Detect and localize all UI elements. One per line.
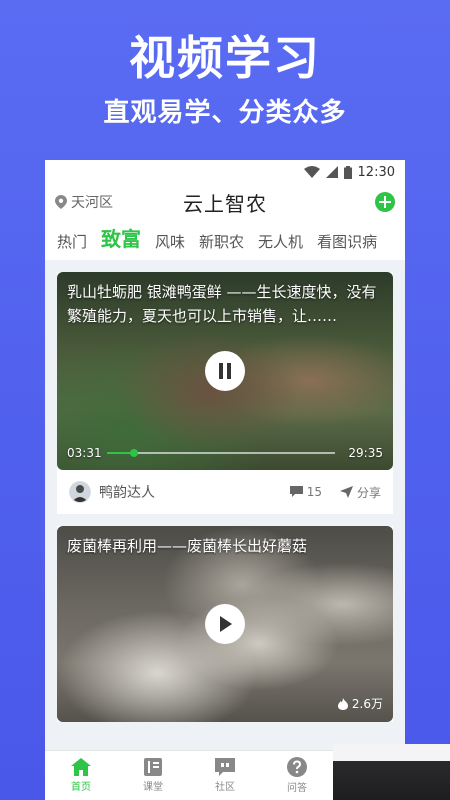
- share-label: 分享: [356, 485, 381, 500]
- nav-classroom-label: 课堂: [143, 782, 163, 793]
- view-count: 2.6万: [337, 695, 383, 712]
- top-bar: 天河区 云上智农: [45, 184, 405, 220]
- status-time: 12:30: [357, 164, 395, 180]
- nav-qa[interactable]: 问答: [261, 751, 333, 800]
- tab-drone[interactable]: 无人机: [258, 231, 303, 252]
- fire-icon: [337, 697, 348, 710]
- book-icon: [144, 758, 162, 776]
- progress-handle[interactable]: [130, 449, 139, 457]
- card-footer: 鸭韵达人 15 分享: [57, 470, 393, 514]
- nav-home[interactable]: 首页: [45, 751, 117, 800]
- location-selector[interactable]: 天河区: [55, 192, 113, 212]
- location-pin-icon: [55, 195, 67, 209]
- video-feed: 乳山牡蛎肥 银滩鸭蛋鲜 ——生长速度快，没有繁殖能力，夏天也可以上市销售，让………: [45, 260, 405, 722]
- category-tabs: 热门 致富 风味 新职农 无人机 看图识病: [45, 220, 405, 260]
- tab-hot[interactable]: 热门: [57, 231, 87, 252]
- share-button[interactable]: 分享: [339, 484, 381, 501]
- add-button[interactable]: [375, 192, 395, 212]
- pause-button[interactable]: [205, 351, 245, 391]
- location-label: 天河区: [71, 195, 113, 211]
- nav-community[interactable]: 社区: [189, 751, 261, 800]
- video-card: 乳山牡蛎肥 银滩鸭蛋鲜 ——生长速度快，没有繁殖能力，夏天也可以上市销售，让………: [57, 272, 393, 514]
- video-player[interactable]: 废菌棒再利用——废菌棒长出好蘑菇 2.6万: [57, 526, 393, 722]
- video-title: 废菌棒再利用——废菌棒长出好蘑菇: [67, 537, 308, 555]
- comments-button[interactable]: 15: [289, 485, 322, 499]
- battery-icon: [343, 165, 352, 179]
- plus-icon: [379, 196, 391, 208]
- side-thumbnail: [333, 744, 450, 800]
- nav-qa-label: 问答: [287, 783, 307, 794]
- promo-subtitle: 直观易学、分类众多: [103, 98, 347, 128]
- view-count-text: 2.6万: [351, 697, 383, 711]
- promo-title: 视频学习: [129, 31, 321, 85]
- comment-count: 15: [306, 485, 322, 499]
- phone-screen: 12:30 天河区 云上智农 热门 致富 风味 新职农 无人机 看图识病 乳山牡…: [45, 160, 405, 800]
- tab-flavor[interactable]: 风味: [155, 231, 185, 252]
- share-icon: [339, 486, 353, 498]
- pause-icon: [219, 363, 231, 379]
- home-icon: [71, 758, 91, 776]
- comment-icon: [289, 486, 303, 497]
- play-icon: [220, 616, 232, 632]
- video-card: 废菌棒再利用——废菌棒长出好蘑菇 2.6万: [57, 526, 393, 722]
- wifi-icon: [303, 166, 320, 178]
- question-icon: [287, 757, 307, 777]
- video-title: 乳山牡蛎肥 银滩鸭蛋鲜 ——生长速度快，没有繁殖能力，夏天也可以上市销售，让……: [67, 283, 377, 325]
- progress-bar[interactable]: [107, 449, 335, 457]
- chat-quote-icon: [215, 758, 235, 776]
- play-button[interactable]: [205, 604, 245, 644]
- tab-new-farmer[interactable]: 新职农: [199, 231, 244, 252]
- status-bar: 12:30: [45, 160, 405, 184]
- nav-home-label: 首页: [71, 782, 91, 793]
- tab-wealth[interactable]: 致富: [101, 223, 141, 252]
- nav-classroom[interactable]: 课堂: [117, 751, 189, 800]
- avatar[interactable]: [69, 481, 91, 503]
- nav-community-label: 社区: [215, 782, 235, 793]
- video-player[interactable]: 乳山牡蛎肥 银滩鸭蛋鲜 ——生长速度快，没有繁殖能力，夏天也可以上市销售，让………: [57, 272, 393, 470]
- author-name[interactable]: 鸭韵达人: [99, 482, 155, 502]
- user-avatar-icon: [72, 485, 88, 502]
- current-time: 03:31: [67, 446, 102, 460]
- tab-disease-id[interactable]: 看图识病: [317, 231, 377, 252]
- signal-icon: [325, 166, 338, 178]
- duration: 29:35: [348, 446, 383, 460]
